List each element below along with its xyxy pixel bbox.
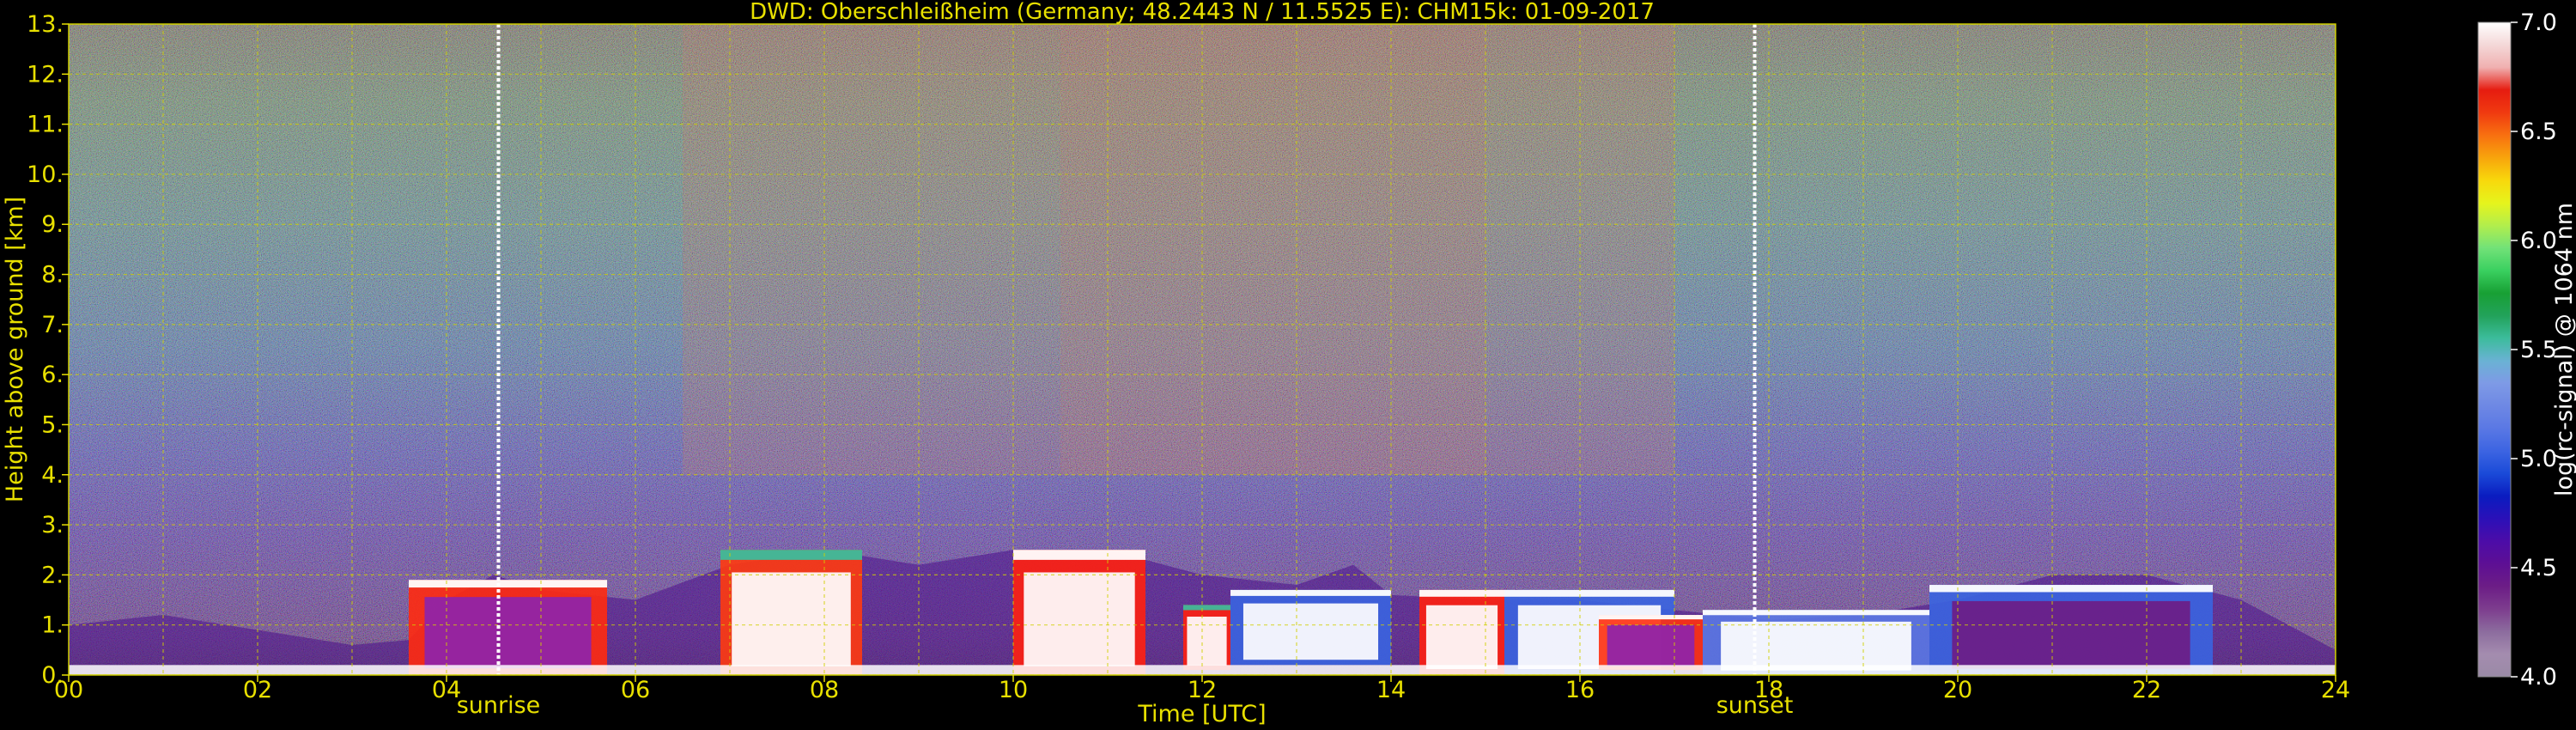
colorbar: 4.04.55.05.56.06.57.0 log(rc-signal) @ 1… bbox=[2477, 9, 2576, 690]
aerosol-block-core-2 bbox=[1024, 572, 1135, 666]
aerosol-block-core-4 bbox=[1242, 603, 1379, 660]
ceilometer-chart: 00 02 04 06 08 10 12 14 16 18 20 22 24 0. 1. 2. 3. 4. 5. 6… bbox=[0, 0, 2576, 730]
aerosol-block-top-7 bbox=[1599, 615, 1703, 620]
colorbar-label: log(rc-signal) @ 1064 nm bbox=[2551, 203, 2576, 496]
aerosol-block-core-8 bbox=[1721, 621, 1911, 671]
x-axis-ticks: 00 02 04 06 08 10 12 14 16 18 20 22 24 bbox=[54, 675, 2350, 703]
aerosol-block-top-6 bbox=[1504, 589, 1674, 597]
plot-area bbox=[69, 24, 2336, 675]
chart-svg: 00 02 04 06 08 10 12 14 16 18 20 22 24 0.1.2.3.4.5.6… bbox=[2, 0, 2576, 727]
x-tick-label-10: 20 bbox=[1943, 677, 1972, 703]
x-axis-label: Time [UTC] bbox=[1137, 701, 1266, 727]
colorbar-strip bbox=[2477, 21, 2512, 678]
aerosol-block-core-9 bbox=[1952, 600, 2190, 669]
x-tick-label-6: 12 bbox=[1188, 677, 1217, 703]
y-tick-label-8: 8. bbox=[41, 262, 64, 289]
aerosol-block-core-5 bbox=[1425, 605, 1498, 670]
y-tick-label-9: 9. bbox=[41, 211, 64, 238]
y-tick-label-2: 2. bbox=[41, 562, 64, 588]
event-label-sunset: sunset bbox=[1716, 692, 1794, 719]
event-label-sunrise: sunrise bbox=[457, 692, 541, 719]
x-tick-label-3: 06 bbox=[621, 677, 650, 703]
aerosol-block-core-1 bbox=[732, 572, 851, 666]
aerosol-block-top-0 bbox=[409, 580, 607, 588]
y-tick-label-4: 4. bbox=[41, 462, 64, 489]
aerosol-block-core-3 bbox=[1187, 617, 1227, 666]
colorbar-ticks: 4.04.55.05.56.06.57.0 bbox=[2511, 9, 2557, 690]
aerosol-block-top-4 bbox=[1230, 589, 1391, 596]
y-tick-label-6: 6. bbox=[41, 362, 64, 388]
y-tick-label-1: 1. bbox=[41, 612, 64, 639]
x-tick-label-4: 08 bbox=[810, 677, 839, 703]
colorbar-tick-label-6: 7.0 bbox=[2520, 9, 2557, 36]
chart-title: DWD: Oberschleißheim (Germany; 48.2443 N… bbox=[750, 0, 1655, 25]
x-tick-label-11: 22 bbox=[2132, 677, 2161, 703]
y-tick-label-3: 3. bbox=[41, 512, 64, 538]
y-tick-label-11: 11. bbox=[27, 112, 64, 138]
y-tick-label-0: 0. bbox=[41, 662, 64, 689]
x-tick-label-8: 16 bbox=[1565, 677, 1595, 703]
x-tick-label-12: 24 bbox=[2321, 677, 2350, 703]
aerosol-block-top-1 bbox=[720, 550, 862, 560]
y-tick-label-13: 13. bbox=[27, 11, 64, 38]
aerosol-block-top-2 bbox=[1013, 550, 1145, 560]
colorbar-tick-label-1: 4.5 bbox=[2520, 555, 2557, 581]
y-tick-label-5: 5. bbox=[41, 411, 64, 438]
x-tick-label-1: 02 bbox=[243, 677, 272, 703]
x-tick-label-7: 14 bbox=[1376, 677, 1406, 703]
y-tick-label-7: 7. bbox=[41, 312, 64, 338]
aerosol-block-core-7 bbox=[1607, 624, 1695, 666]
y-axis-label: Height above ground [km] bbox=[2, 197, 28, 502]
aerosol-block-top-5 bbox=[1419, 589, 1504, 597]
aerosol-block-core-0 bbox=[424, 597, 592, 669]
y-tick-label-12: 12. bbox=[27, 61, 64, 88]
aerosol-block-top-3 bbox=[1183, 605, 1230, 611]
y-axis-ticks: 0. 1. 2. 3. 4. 5. 6. 7. 8. 9. 10. 11. 12. 13. bbox=[27, 11, 69, 689]
colorbar-tick-label-5: 6.5 bbox=[2520, 119, 2557, 145]
aerosol-block-top-8 bbox=[1703, 610, 1929, 616]
y-tick-label-10: 10. bbox=[27, 161, 64, 188]
aerosol-block-top-9 bbox=[1929, 585, 2213, 593]
colorbar-tick-label-0: 4.0 bbox=[2520, 664, 2557, 690]
x-tick-label-5: 10 bbox=[999, 677, 1028, 703]
